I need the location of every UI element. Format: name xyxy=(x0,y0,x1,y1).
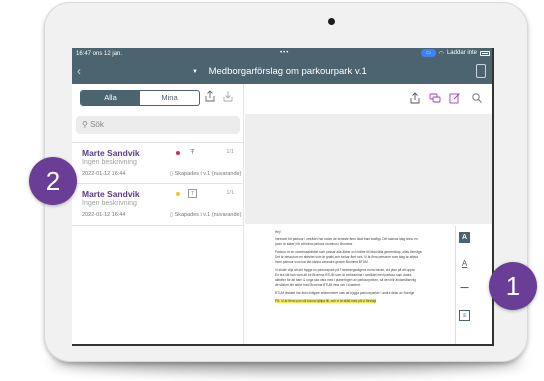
annotation-list-item[interactable]: Marte Sandvik Ingen beskrivning 2022-01-… xyxy=(72,142,244,184)
doc-line: (som är säker) för att träna parkour uto… xyxy=(275,242,353,246)
download-icon[interactable] xyxy=(222,90,234,102)
annotation-tools-sidebar: A A — ≡ xyxy=(455,226,473,344)
callout-badge-2: 2 xyxy=(29,157,77,205)
document-view-panel: Hej! Intresset för parkour i området har… xyxy=(245,84,492,344)
search-icon: ⚲ xyxy=(82,120,88,129)
wifi-icon: ◠ xyxy=(438,50,444,57)
item-status-text: Skapades i v.1 (nuvarande) xyxy=(174,212,242,218)
nav-bar: ‹ ▼ Medborgarförslag om parkourpark v.1 xyxy=(72,60,492,84)
annotation-list-item[interactable]: Marte Sandvik Ingen beskrivning 2022-01-… xyxy=(72,184,244,226)
text-format-icon: Ŧ xyxy=(190,149,195,156)
color-dot xyxy=(176,192,180,196)
document-title-button[interactable]: ▼ Medborgarförslag om parkourpark v.1 xyxy=(192,66,367,77)
status-time: 16:47 ons 12 jan. xyxy=(76,51,123,57)
doc-line: BTUM tävlatet har även tidigare erfarenh… xyxy=(275,291,415,295)
document-canvas[interactable]: Hej! Intresset för parkour i området har… xyxy=(245,114,492,344)
doc-line: En bra idé kan vara att be Bromma BTUM s… xyxy=(275,273,412,277)
document-toolbar xyxy=(245,84,492,112)
doc-greeting: Hej! xyxy=(275,230,281,234)
highlighted-doc-line[interactable]: PS: Vi är flera som vill kunna hjälpa ti… xyxy=(275,299,377,303)
edit-icon[interactable] xyxy=(449,92,461,104)
doc-line: de såklart blir aktivt med Bromma BTUM h… xyxy=(275,283,361,287)
item-count: 1/1 xyxy=(226,190,234,196)
item-count: 1/1 xyxy=(226,149,234,155)
tab-all[interactable]: Alla xyxy=(81,91,140,105)
item-status-text: Skapades i v.1 (nuvarande) xyxy=(174,171,242,177)
item-description: Ingen beskrivning xyxy=(82,200,137,207)
doc-line: aktiviter för att barn & unga ska vara m… xyxy=(275,278,417,282)
battery-icon xyxy=(480,50,490,56)
status-bar: 16:47 ons 12 jan. ••• ▭ ◠ Laddar inte xyxy=(72,48,492,60)
share-icon[interactable] xyxy=(204,90,216,102)
strikethrough-tool-icon[interactable]: — xyxy=(459,282,470,293)
comments-icon[interactable] xyxy=(429,92,441,104)
screen-mirror-pill: ▭ xyxy=(420,49,436,57)
search-icon[interactable] xyxy=(471,92,483,104)
multitask-dots[interactable]: ••• xyxy=(280,50,289,56)
author-name: Marte Sandvik xyxy=(82,189,140,199)
doc-line: Parkour är en utomhusaktivitet som passa… xyxy=(275,250,422,254)
doc-line: Det är dessutom en aktivitet som är grat… xyxy=(275,255,418,259)
charging-status: Laddar inte xyxy=(446,50,477,56)
text-box-tool-icon[interactable]: A xyxy=(459,232,470,243)
item-date: 2022-01-12 16:44 xyxy=(82,171,126,177)
stage: 16:47 ons 12 jan. ••• ▭ ◠ Laddar inte ‹ … xyxy=(0,0,544,381)
share-icon[interactable] xyxy=(409,92,421,104)
color-dot xyxy=(176,151,180,155)
item-date: 2022-01-12 16:44 xyxy=(82,212,126,218)
underline-tool-icon[interactable]: A xyxy=(459,258,470,269)
callout-badge-1: 1 xyxy=(489,262,537,310)
doc-line: Vi skulle vilja att det byggs en parkour… xyxy=(275,268,415,272)
filter-segmented-control: Alla Mina xyxy=(80,90,200,106)
app-screen: 16:47 ons 12 jan. ••• ▭ ◠ Laddar inte ‹ … xyxy=(72,48,494,346)
search-input[interactable]: ⚲ Sök xyxy=(76,116,240,134)
item-status: ▯ Skapades i v.1 (nuvarande) xyxy=(170,212,242,218)
chevron-left-icon[interactable]: ‹ xyxy=(77,64,81,78)
note-tool-icon[interactable]: ≡ xyxy=(459,310,470,321)
text-box-icon: T xyxy=(188,189,197,198)
search-placeholder: Sök xyxy=(90,120,104,129)
annotation-list-panel: Alla Mina ⚲ Sök Marte Sandvik Ingen besk… xyxy=(72,84,244,344)
document-info-icon[interactable] xyxy=(476,64,486,78)
tab-mine[interactable]: Mina xyxy=(140,91,199,105)
camera-dot xyxy=(328,18,335,25)
item-description: Ingen beskrivning xyxy=(82,159,137,166)
doc-line: Intresset för parkour i området har unde… xyxy=(275,237,418,241)
document-title: Medborgarförslag om parkourpark v.1 xyxy=(208,66,367,77)
doc-line: inom parkour som har lärt känna varandra… xyxy=(275,260,369,264)
item-status: ▯ Skapades i v.1 (nuvarande) xyxy=(170,171,242,177)
status-right: ▭ ◠ Laddar inte xyxy=(420,49,490,57)
author-name: Marte Sandvik xyxy=(82,148,140,158)
caret-down-icon: ▼ xyxy=(192,69,198,75)
